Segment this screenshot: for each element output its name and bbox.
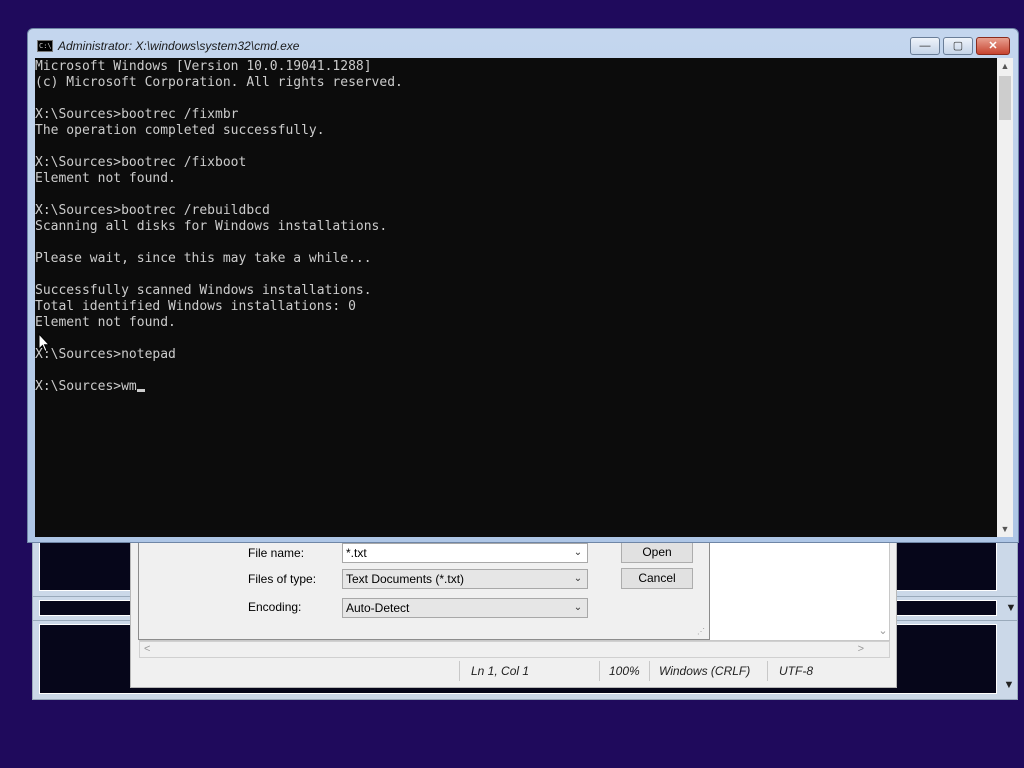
- console-prompt-line: X:\Sources>wm: [35, 379, 403, 395]
- console-line: X:\Sources>bootrec /rebuildbcd: [35, 203, 270, 218]
- console-line: Please wait, since this may take a while…: [35, 251, 372, 266]
- maximize-button[interactable]: ▢: [943, 37, 973, 55]
- chevron-right-icon[interactable]: >: [858, 643, 864, 655]
- files-of-type-select[interactable]: Text Documents (*.txt) ⌄: [342, 569, 588, 589]
- chevron-down-icon[interactable]: ▼: [1001, 677, 1017, 693]
- chevron-down-icon[interactable]: ⌄: [571, 599, 585, 617]
- status-encoding: UTF-8: [779, 664, 813, 678]
- open-button[interactable]: Open: [621, 542, 693, 563]
- text-cursor: [136, 389, 145, 392]
- chevron-down-icon[interactable]: ▼: [997, 521, 1013, 537]
- file-name-value: *.txt: [346, 546, 367, 560]
- cmd-window: C:\ Administrator: X:\windows\system32\c…: [27, 28, 1019, 543]
- chevron-down-icon[interactable]: ⌄: [875, 623, 891, 639]
- console-line: (c) Microsoft Corporation. All rights re…: [35, 75, 403, 90]
- console-typed-input[interactable]: wm: [121, 379, 137, 394]
- chevron-down-icon[interactable]: ⌄: [571, 544, 585, 562]
- status-separator: [767, 661, 768, 681]
- file-name-input[interactable]: *.txt ⌄: [342, 543, 588, 563]
- scrollbar-thumb[interactable]: [999, 76, 1011, 120]
- chevron-down-icon[interactable]: ▼: [1003, 600, 1019, 616]
- status-separator: [599, 661, 600, 681]
- close-button[interactable]: ✕: [976, 37, 1010, 55]
- console-line: The operation completed successfully.: [35, 123, 325, 138]
- mouse-pointer-icon: [38, 333, 50, 353]
- resize-grip-icon[interactable]: ⋰: [697, 627, 707, 637]
- console-line: Element not found.: [35, 315, 176, 330]
- console-line: Total identified Windows installations: …: [35, 299, 356, 314]
- files-of-type-label: Files of type:: [248, 572, 317, 586]
- notepad-status-bar: Ln 1, Col 1 100% Windows (CRLF) UTF-8: [139, 659, 890, 683]
- file-name-label: File name:: [248, 546, 305, 560]
- console-line: X:\Sources>bootrec /fixmbr: [35, 107, 239, 122]
- chevron-down-icon[interactable]: ⌄: [571, 570, 585, 588]
- cmd-titlebar[interactable]: C:\ Administrator: X:\windows\system32\c…: [28, 29, 1018, 59]
- status-line-ending: Windows (CRLF): [659, 664, 751, 678]
- maximize-icon: ▢: [952, 40, 964, 52]
- encoding-label: Encoding:: [248, 600, 302, 614]
- console-line: Scanning all disks for Windows installat…: [35, 219, 388, 234]
- horizontal-scrollbar[interactable]: < >: [139, 641, 890, 658]
- cmd-icon: C:\: [37, 40, 53, 52]
- minimize-button[interactable]: —: [910, 37, 940, 55]
- status-separator: [649, 661, 650, 681]
- encoding-value: Auto-Detect: [346, 601, 410, 615]
- open-file-dialog: File name: *.txt ⌄ Open Files of type: T…: [138, 540, 710, 640]
- cmd-window-title: Administrator: X:\windows\system32\cmd.e…: [58, 39, 300, 53]
- status-zoom: 100%: [609, 664, 640, 678]
- console-line: X:\Sources>bootrec /fixboot: [35, 155, 247, 170]
- console-line: X:\Sources>notepad: [35, 347, 176, 362]
- vertical-scrollbar[interactable]: ▲ ▼: [997, 58, 1013, 537]
- console-prompt: X:\Sources>: [35, 379, 122, 394]
- status-separator: [459, 661, 460, 681]
- console-output[interactable]: Microsoft Windows [Version 10.0.19041.12…: [35, 58, 997, 537]
- files-of-type-value: Text Documents (*.txt): [346, 572, 465, 586]
- close-icon: ✕: [988, 40, 998, 52]
- encoding-select[interactable]: Auto-Detect ⌄: [342, 598, 588, 618]
- console-lines: Microsoft Windows [Version 10.0.19041.12…: [35, 59, 403, 395]
- console-line: Element not found.: [35, 171, 176, 186]
- console-line: Microsoft Windows [Version 10.0.19041.12…: [35, 59, 372, 74]
- status-cursor-position: Ln 1, Col 1: [471, 664, 530, 678]
- chevron-left-icon[interactable]: <: [144, 643, 150, 655]
- console-line: Successfully scanned Windows installatio…: [35, 283, 372, 298]
- minimize-icon: —: [919, 40, 931, 52]
- chevron-up-icon[interactable]: ▲: [997, 58, 1013, 74]
- cancel-button[interactable]: Cancel: [621, 568, 693, 589]
